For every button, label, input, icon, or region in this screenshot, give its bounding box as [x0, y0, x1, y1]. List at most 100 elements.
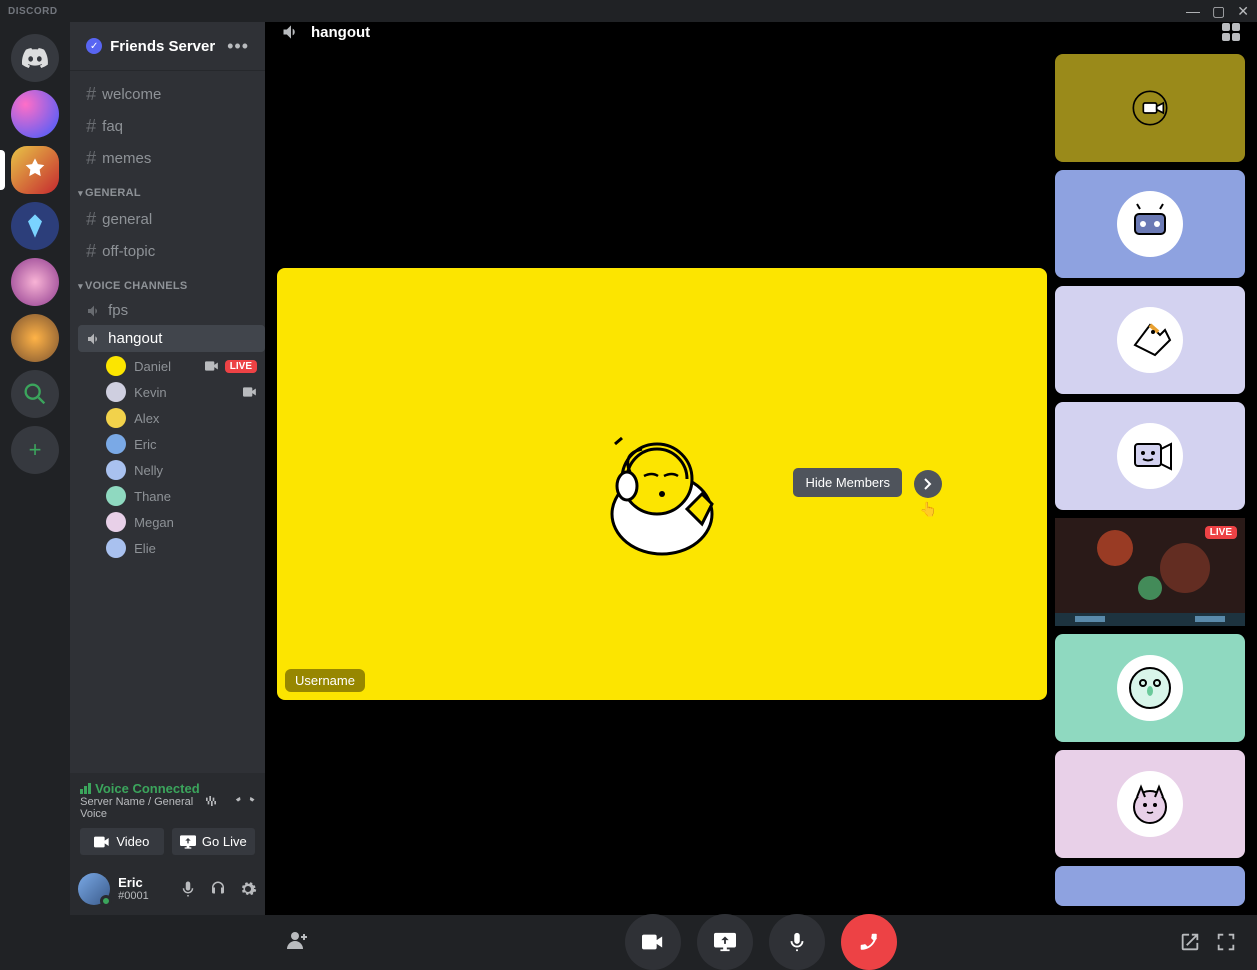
hide-members-button[interactable] — [914, 470, 942, 498]
voice-user[interactable]: Thane — [78, 483, 265, 509]
user-info[interactable]: Eric #0001 — [118, 875, 171, 904]
voice-location: Server Name / General Voice — [80, 796, 201, 820]
voice-user-name: Thane — [134, 489, 249, 504]
members-column[interactable]: LIVE — [1055, 54, 1245, 914]
camera-icon — [243, 387, 257, 397]
deafen-button[interactable] — [209, 880, 227, 898]
voice-user-name: Nelly — [134, 463, 249, 478]
member-tile[interactable] — [1055, 54, 1245, 162]
speaker-icon — [86, 303, 102, 319]
category-header[interactable]: ▾VOICE CHANNELS — [78, 268, 265, 296]
home-button[interactable] — [11, 34, 59, 82]
channel-list: #welcome #faq #memes ▾GENERAL #general #… — [70, 70, 265, 773]
user-avatar-small — [106, 408, 126, 428]
screenshare-button[interactable] — [697, 914, 753, 970]
user-avatar-small — [106, 382, 126, 402]
guild-item[interactable] — [11, 90, 59, 138]
text-channel[interactable]: #off-topic — [78, 236, 265, 267]
member-tile[interactable] — [1055, 750, 1245, 858]
voice-user[interactable]: Megan — [78, 509, 265, 535]
signal-icon — [80, 783, 91, 794]
search-icon — [21, 380, 49, 408]
member-tile[interactable] — [1055, 286, 1245, 394]
hide-members-control: Hide Members — [914, 470, 942, 498]
voice-user[interactable]: Nelly — [78, 457, 265, 483]
mute-toggle-button[interactable] — [769, 914, 825, 970]
user-avatar-small — [106, 538, 126, 558]
voice-user-name: Kevin — [134, 385, 235, 400]
voice-user-name: Elie — [134, 541, 249, 556]
avatar-illustration — [1125, 779, 1175, 829]
focus-area: Username Hide Members 👆 — [277, 54, 1047, 914]
guild-item[interactable] — [11, 258, 59, 306]
category-header[interactable]: ▾GENERAL — [78, 175, 265, 203]
avatar-illustration — [1125, 83, 1175, 133]
avatar-illustration — [1125, 199, 1175, 249]
text-channel[interactable]: #memes — [78, 143, 265, 174]
user-panel: Eric #0001 — [70, 863, 265, 915]
maximize-button[interactable]: ▢ — [1212, 3, 1225, 20]
call-view: hangout — [265, 22, 1257, 915]
popout-button[interactable] — [1179, 931, 1201, 953]
guild-item[interactable] — [11, 314, 59, 362]
verified-badge-icon: ✓ — [86, 38, 102, 54]
voice-user[interactable]: Kevin — [78, 379, 265, 405]
disconnect-button[interactable] — [841, 914, 897, 970]
close-button[interactable]: ✕ — [1237, 3, 1249, 20]
guild-item[interactable] — [11, 202, 59, 250]
invite-button[interactable] — [285, 929, 309, 956]
grid-view-button[interactable] — [1221, 22, 1241, 42]
voice-user[interactable]: Eric — [78, 431, 265, 457]
add-server-button[interactable]: + — [11, 426, 59, 474]
hash-icon: # — [86, 209, 96, 230]
hash-icon: # — [86, 116, 96, 137]
screen-icon — [180, 835, 196, 849]
member-tile[interactable] — [1055, 170, 1245, 278]
voice-user-name: Eric — [134, 437, 249, 452]
user-avatar[interactable] — [78, 873, 110, 905]
mute-button[interactable] — [179, 880, 197, 898]
selection-pill — [0, 150, 5, 190]
titlebar: DISCORD — ▢ ✕ — [0, 0, 1257, 22]
guild-item-selected[interactable] — [11, 146, 59, 194]
server-menu-button[interactable]: ••• — [227, 36, 249, 57]
text-channel[interactable]: #general — [78, 204, 265, 235]
speaker-icon — [281, 22, 301, 42]
noise-suppression-icon[interactable] — [201, 791, 221, 811]
server-header[interactable]: ✓ Friends Server ••• — [70, 22, 265, 70]
member-tile[interactable] — [1055, 402, 1245, 510]
live-badge: LIVE — [225, 360, 257, 373]
camera-icon — [205, 361, 219, 371]
camera-toggle-button[interactable] — [625, 914, 681, 970]
voice-channel[interactable]: fps — [78, 297, 265, 324]
voice-user-name: Alex — [134, 411, 249, 426]
fullscreen-button[interactable] — [1215, 931, 1237, 953]
member-tile[interactable] — [1055, 866, 1245, 906]
user-avatar-small — [106, 486, 126, 506]
text-channel[interactable]: #welcome — [78, 79, 265, 110]
video-button[interactable]: Video — [80, 828, 163, 855]
voice-user[interactable]: Daniel LIVE — [78, 353, 265, 379]
microphone-icon — [786, 931, 808, 953]
voice-user[interactable]: Elie — [78, 535, 265, 561]
golive-button[interactable]: Go Live — [172, 828, 255, 855]
channel-sidebar: ✓ Friends Server ••• #welcome #faq #meme… — [70, 22, 265, 915]
voice-connected-status[interactable]: Voice Connected — [80, 781, 201, 796]
member-tile-live[interactable]: LIVE — [1055, 518, 1245, 626]
voice-channel-selected[interactable]: hangout — [78, 325, 265, 352]
username-tag: Username — [285, 669, 365, 692]
settings-button[interactable] — [239, 880, 257, 898]
explore-button[interactable] — [11, 370, 59, 418]
discord-logo-icon — [21, 44, 49, 72]
member-tile[interactable] — [1055, 634, 1245, 742]
camera-icon — [642, 931, 664, 953]
server-name: Friends Server — [110, 38, 219, 55]
disconnect-icon[interactable] — [235, 791, 255, 811]
text-channel[interactable]: #faq — [78, 111, 265, 142]
tooltip: Hide Members — [793, 468, 902, 497]
minimize-button[interactable]: — — [1186, 3, 1200, 20]
voice-user-name: Daniel — [134, 359, 197, 374]
voice-status-panel: Voice Connected Server Name / General Vo… — [70, 773, 265, 863]
voice-user[interactable]: Alex — [78, 405, 265, 431]
add-user-icon — [285, 929, 309, 951]
